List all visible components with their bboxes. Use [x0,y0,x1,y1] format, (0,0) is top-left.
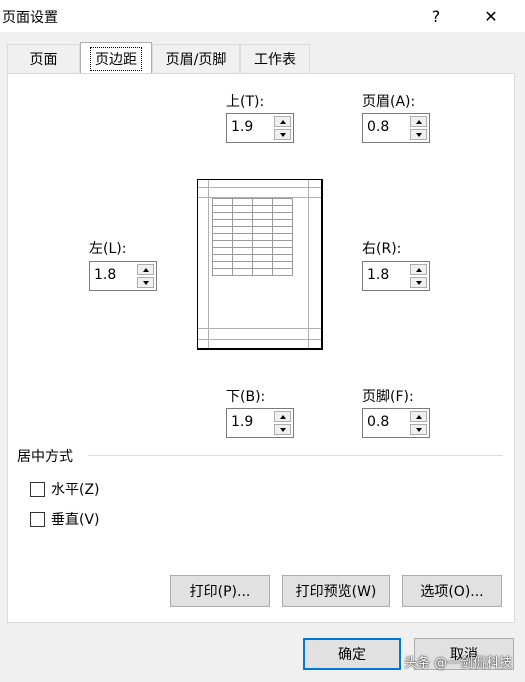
left-margin-label: 左(L): [89,241,127,257]
centering-section-title: 居中方式 [17,449,73,465]
bottom-margin-spinner[interactable]: 1.9 [226,408,294,438]
left-margin-spinner[interactable]: 1.8 [89,261,157,291]
spin-down-icon[interactable] [274,424,291,435]
spin-up-icon[interactable] [274,116,291,127]
top-margin-label: 上(T): [226,94,265,110]
top-margin-spinner[interactable]: 1.9 [226,113,294,143]
tab-page-label: 页面 [29,52,58,68]
left-margin-value[interactable]: 1.8 [94,267,116,283]
bottom-margin-label: 下(B): [226,389,266,405]
footer-margin-label: 页脚(F): [362,389,414,405]
close-icon: ✕ [484,6,498,26]
footer-margin-value[interactable]: 0.8 [367,414,389,430]
tab-margins-label: 页边距 [90,46,142,71]
header-margin-label: 页眉(A): [362,94,416,110]
ok-button[interactable]: 确定 [303,638,401,670]
spin-up-icon[interactable] [410,411,427,422]
spin-down-icon[interactable] [410,129,427,140]
page-preview-icon [197,179,323,350]
header-margin-value[interactable]: 0.8 [367,119,389,135]
checkbox-box[interactable] [30,481,45,497]
watermark: 头条 @一剑侃科技 [404,656,513,671]
spin-down-icon[interactable] [274,129,291,140]
print-preview-button[interactable]: 打印预览(W) [282,575,390,607]
spin-up-icon[interactable] [410,264,427,275]
spin-up-icon[interactable] [137,264,154,275]
print-button[interactable]: 打印(P)... [170,575,270,607]
options-button[interactable]: 选项(O)... [402,575,502,607]
checkbox-box[interactable] [30,511,45,527]
center-vertical-label: 垂直(V) [51,512,100,528]
help-button[interactable]: ? [413,0,459,32]
dialog-title: 页面设置 [2,10,58,26]
center-horizontal-label: 水平(Z) [51,482,100,498]
bottom-margin-value[interactable]: 1.9 [231,414,253,430]
tab-header-footer-label: 页眉/页脚 [165,52,227,68]
tab-page[interactable]: 页面 [7,44,80,73]
title-bar: 页面设置 ? ✕ [0,0,525,32]
center-horizontal-checkbox[interactable]: 水平(Z) [30,479,100,499]
spin-down-icon[interactable] [410,277,427,288]
section-divider [88,455,503,456]
top-margin-value[interactable]: 1.9 [231,119,253,135]
right-margin-label: 右(R): [362,241,402,257]
header-margin-spinner[interactable]: 0.8 [362,113,430,143]
spin-down-icon[interactable] [410,424,427,435]
right-margin-value[interactable]: 1.8 [367,267,389,283]
tab-margins[interactable]: 页边距 [80,42,152,74]
tab-sheet[interactable]: 工作表 [240,44,310,73]
close-button[interactable]: ✕ [468,0,514,32]
spin-up-icon[interactable] [274,411,291,422]
tab-header-footer[interactable]: 页眉/页脚 [152,44,240,73]
tab-sheet-label: 工作表 [254,52,296,68]
spin-up-icon[interactable] [410,116,427,127]
center-vertical-checkbox[interactable]: 垂直(V) [30,509,100,529]
spin-down-icon[interactable] [137,277,154,288]
footer-margin-spinner[interactable]: 0.8 [362,408,430,438]
right-margin-spinner[interactable]: 1.8 [362,261,430,291]
